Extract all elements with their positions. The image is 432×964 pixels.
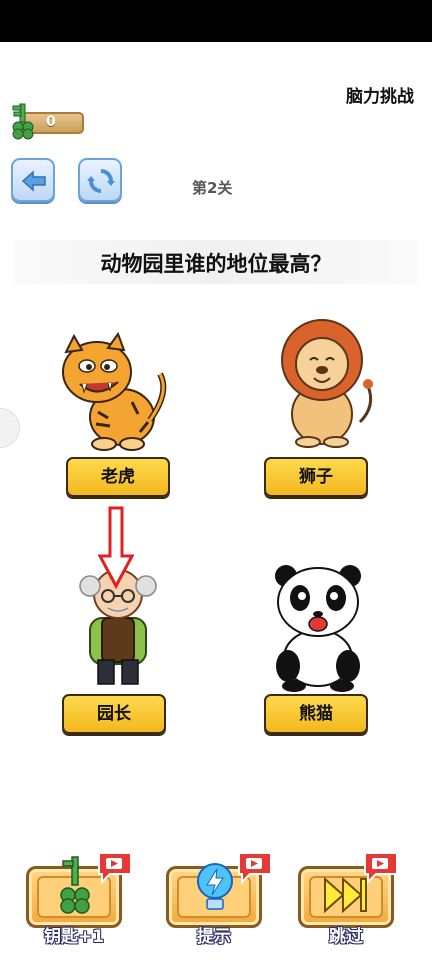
key-count: 0 xyxy=(46,114,56,130)
restart-button[interactable] xyxy=(78,158,122,202)
answer-label: 熊猫 xyxy=(299,704,333,724)
status-bar xyxy=(0,0,432,42)
skip-label: 跳过 xyxy=(329,927,363,947)
tiger-icon[interactable] xyxy=(52,322,172,452)
panda-icon[interactable] xyxy=(258,562,378,692)
refresh-icon xyxy=(87,169,115,193)
question-banner: 动物园里谁的地位最高？ xyxy=(14,240,418,284)
arrow-left-icon xyxy=(21,170,46,192)
answer-button-zookeeper[interactable]: 园长 xyxy=(62,694,166,734)
clover-key-icon xyxy=(12,103,34,140)
answer-button-panda[interactable]: 熊猫 xyxy=(264,694,368,734)
answer-label: 狮子 xyxy=(299,467,333,487)
answer-label: 园长 xyxy=(97,704,131,724)
video-ad-icon xyxy=(364,852,398,884)
answer-button-tiger[interactable]: 老虎 xyxy=(66,457,170,497)
clover-key-icon xyxy=(60,856,90,914)
back-button[interactable] xyxy=(11,158,55,202)
hint-arrow xyxy=(98,506,134,590)
video-ad-icon xyxy=(98,852,132,884)
video-ad-icon xyxy=(238,852,272,884)
key-counter: 0 xyxy=(8,102,84,140)
lion-icon[interactable] xyxy=(264,318,384,448)
answer-label: 老虎 xyxy=(101,467,135,487)
level-label: 第2关 xyxy=(192,179,233,197)
game-title: 脑力挑战 xyxy=(346,87,414,107)
get-key-label: 钥匙+1 xyxy=(43,927,105,947)
side-settings-tab[interactable] xyxy=(0,408,20,448)
question-text: 动物园里谁的地位最高？ xyxy=(100,252,332,276)
hint-label: 提示 xyxy=(197,927,231,947)
lightbulb-icon xyxy=(197,863,233,910)
answer-button-lion[interactable]: 狮子 xyxy=(264,457,368,497)
